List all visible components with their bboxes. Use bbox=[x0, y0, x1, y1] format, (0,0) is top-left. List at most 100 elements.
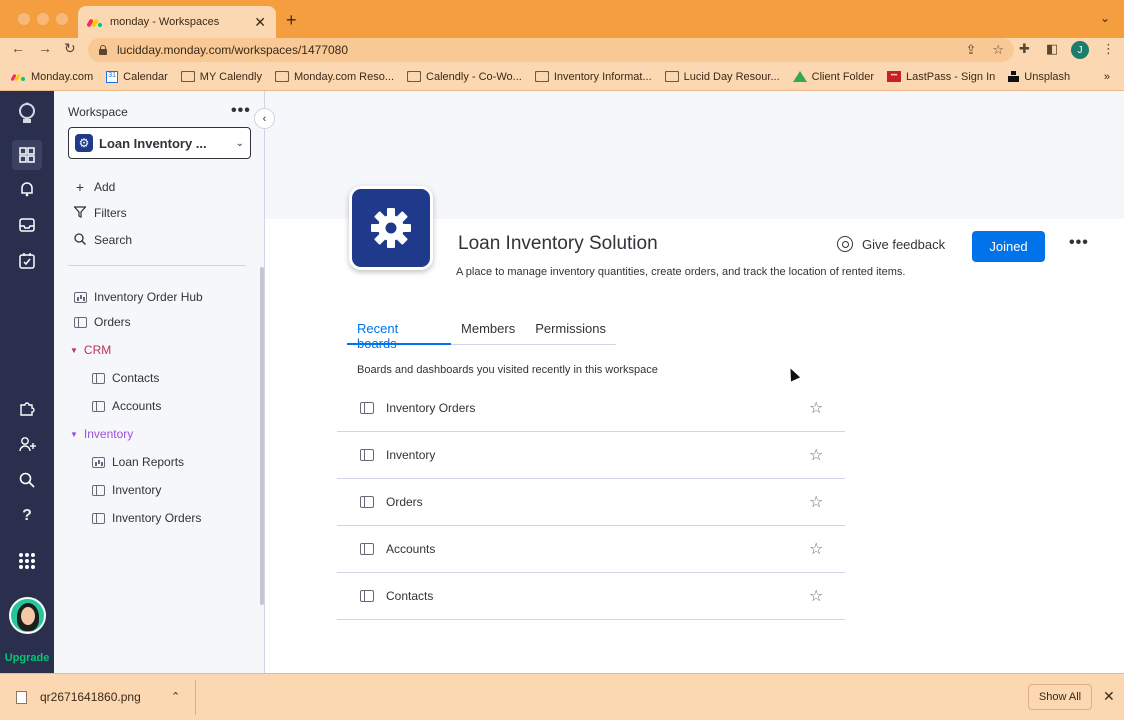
tab-members[interactable]: Members bbox=[451, 321, 525, 345]
profile-avatar[interactable]: J bbox=[1071, 41, 1089, 59]
favorite-star-icon[interactable]: ☆ bbox=[809, 398, 823, 418]
show-all-button[interactable]: Show All bbox=[1028, 684, 1092, 710]
bookmarks-bar: Monday.com 31 Calendar MY Calendly Monda… bbox=[0, 63, 1124, 91]
bookmarks-overflow-icon[interactable]: » bbox=[1104, 71, 1110, 83]
my-work-calendar-icon[interactable] bbox=[16, 250, 38, 272]
new-tab-button[interactable]: + bbox=[286, 10, 297, 31]
workspace-description[interactable]: A place to manage inventory quantities, … bbox=[456, 266, 905, 278]
favorite-star-icon[interactable]: ☆ bbox=[809, 492, 823, 512]
bookmark-unsplash[interactable]: Unsplash bbox=[1008, 71, 1070, 83]
collapse-sidebar-chevron-icon[interactable]: ‹ bbox=[254, 108, 275, 129]
sidebar-folder-inventory[interactable]: ▼ Inventory bbox=[70, 427, 133, 441]
inbox-icon[interactable] bbox=[16, 214, 38, 236]
workspace-title[interactable]: Loan Inventory Solution bbox=[458, 233, 658, 255]
lightbulb-logo-icon[interactable] bbox=[16, 102, 38, 125]
sidebar-folder-crm[interactable]: ▼ CRM bbox=[70, 343, 111, 357]
recent-board-row[interactable]: Orders ☆ bbox=[337, 479, 845, 526]
favorite-star-icon[interactable]: ☆ bbox=[809, 586, 823, 606]
bookmark-monday[interactable]: Monday.com bbox=[10, 71, 93, 83]
forward-arrow-icon[interactable]: → bbox=[38, 40, 52, 56]
workspaces-grid-icon[interactable] bbox=[12, 140, 42, 170]
sidebar-item-inventory-order-hub[interactable]: Inventory Order Hub bbox=[74, 290, 203, 304]
dashboard-icon bbox=[74, 291, 87, 303]
reload-icon[interactable]: ↻ bbox=[64, 40, 76, 57]
address-bar[interactable]: lucidday.monday.com/workspaces/1477080 ⇪… bbox=[88, 38, 1014, 62]
board-icon bbox=[360, 496, 374, 508]
window-close-button[interactable] bbox=[18, 13, 30, 25]
recent-board-row[interactable]: Inventory ☆ bbox=[337, 432, 845, 479]
sidebar-item-orders[interactable]: Orders bbox=[74, 315, 131, 329]
sidebar-scrollbar[interactable] bbox=[260, 267, 264, 605]
recent-board-row[interactable]: Contacts ☆ bbox=[337, 573, 845, 620]
workspace-gear-icon[interactable] bbox=[349, 186, 433, 270]
product-switcher-grid-icon[interactable] bbox=[16, 550, 38, 572]
browser-tab[interactable]: monday - Workspaces ✕ bbox=[78, 6, 276, 38]
window-minimize-button[interactable] bbox=[37, 13, 49, 25]
workspace-main: Loan Inventory Solution A place to manag… bbox=[265, 91, 1124, 673]
bookmark-monday-resources[interactable]: Monday.com Reso... bbox=[274, 71, 394, 83]
window-maximize-button[interactable] bbox=[56, 13, 68, 25]
extensions-puzzle-icon[interactable]: ✚ bbox=[1019, 41, 1030, 57]
upgrade-button[interactable]: Upgrade bbox=[0, 652, 54, 664]
board-icon bbox=[360, 402, 374, 414]
chevron-down-icon: ⌄ bbox=[235, 137, 244, 149]
recent-board-row[interactable]: Inventory Orders ☆ bbox=[337, 385, 845, 432]
bookmark-lucid-day-resources[interactable]: Lucid Day Resour... bbox=[664, 71, 780, 83]
recent-board-row[interactable]: Accounts ☆ bbox=[337, 526, 845, 573]
tab-close-icon[interactable]: ✕ bbox=[254, 14, 266, 31]
browser-navbar: ← → ↻ lucidday.monday.com/workspaces/147… bbox=[0, 38, 1124, 63]
favorite-star-icon[interactable]: ☆ bbox=[809, 445, 823, 465]
browser-menu-icon[interactable]: ⋮ bbox=[1102, 41, 1115, 57]
tab-recent-boards[interactable]: Recent boards bbox=[347, 321, 452, 351]
sidebar-item-loan-reports[interactable]: Loan Reports bbox=[92, 455, 184, 469]
notifications-bell-icon[interactable] bbox=[16, 178, 38, 200]
folder-icon bbox=[407, 71, 422, 82]
filters-button[interactable]: Filters bbox=[72, 205, 127, 221]
workspace-tabs: Recent boards Members Permissions bbox=[347, 321, 616, 351]
workspace-name: Loan Inventory ... bbox=[99, 135, 207, 151]
invite-user-icon[interactable] bbox=[16, 433, 38, 455]
board-icon bbox=[92, 372, 105, 384]
share-icon[interactable]: ⇪ bbox=[965, 42, 976, 58]
bookmark-inventory-information[interactable]: Inventory Informat... bbox=[534, 71, 652, 83]
mouse-cursor-icon bbox=[785, 366, 801, 382]
sidebar-item-contacts[interactable]: Contacts bbox=[92, 371, 159, 385]
bookmark-calendly-cowork[interactable]: Calendly - Co-Wo... bbox=[407, 71, 522, 83]
lastpass-icon: ••• bbox=[887, 71, 901, 82]
joined-button[interactable]: Joined bbox=[972, 231, 1045, 262]
side-panel-icon[interactable]: ◧ bbox=[1046, 41, 1058, 57]
bookmark-star-icon[interactable]: ☆ bbox=[992, 42, 1004, 58]
tab-permissions[interactable]: Permissions bbox=[525, 321, 616, 345]
avatar-face bbox=[21, 607, 35, 625]
user-avatar[interactable] bbox=[9, 597, 46, 634]
sidebar-item-accounts[interactable]: Accounts bbox=[92, 399, 161, 413]
download-bar: qr2671641860.png ⌃ Show All ✕ bbox=[0, 673, 1124, 720]
apps-puzzle-icon[interactable] bbox=[16, 397, 38, 419]
search-icon bbox=[72, 232, 88, 248]
tab-search-chevron-icon[interactable]: ⌄ bbox=[1100, 11, 1110, 25]
back-arrow-icon[interactable]: ← bbox=[11, 40, 25, 56]
search-button[interactable]: Search bbox=[72, 232, 132, 248]
lock-icon bbox=[98, 45, 107, 55]
favorite-star-icon[interactable]: ☆ bbox=[809, 539, 823, 559]
search-icon[interactable] bbox=[16, 469, 38, 491]
workspace-selector[interactable]: ⚙ Loan Inventory ... ⌄ bbox=[68, 127, 251, 159]
more-options-icon[interactable]: ••• bbox=[1069, 234, 1089, 252]
bookmark-my-calendly[interactable]: MY Calendly bbox=[180, 71, 262, 83]
browser-titlebar: monday - Workspaces ✕ + ⌄ bbox=[0, 0, 1124, 38]
give-feedback-button[interactable]: Give feedback bbox=[837, 236, 945, 252]
sidebar-item-inventory-orders[interactable]: Inventory Orders bbox=[92, 511, 201, 525]
add-button[interactable]: + Add bbox=[72, 179, 115, 195]
board-icon bbox=[360, 590, 374, 602]
bookmark-client-folder[interactable]: Client Folder bbox=[792, 71, 874, 83]
chevron-up-icon[interactable]: ⌃ bbox=[171, 690, 180, 703]
download-item[interactable]: qr2671641860.png bbox=[16, 690, 141, 704]
bookmark-calendar[interactable]: 31 Calendar bbox=[106, 70, 168, 83]
workspace-options-icon[interactable]: ••• bbox=[231, 102, 251, 120]
sidebar-item-inventory[interactable]: Inventory bbox=[92, 483, 161, 497]
folder-icon bbox=[534, 71, 549, 82]
help-question-icon[interactable]: ? bbox=[16, 505, 38, 527]
close-downloads-icon[interactable]: ✕ bbox=[1103, 688, 1115, 705]
sidebar-divider bbox=[68, 265, 246, 266]
bookmark-lastpass[interactable]: ••• LastPass - Sign In bbox=[887, 71, 995, 83]
